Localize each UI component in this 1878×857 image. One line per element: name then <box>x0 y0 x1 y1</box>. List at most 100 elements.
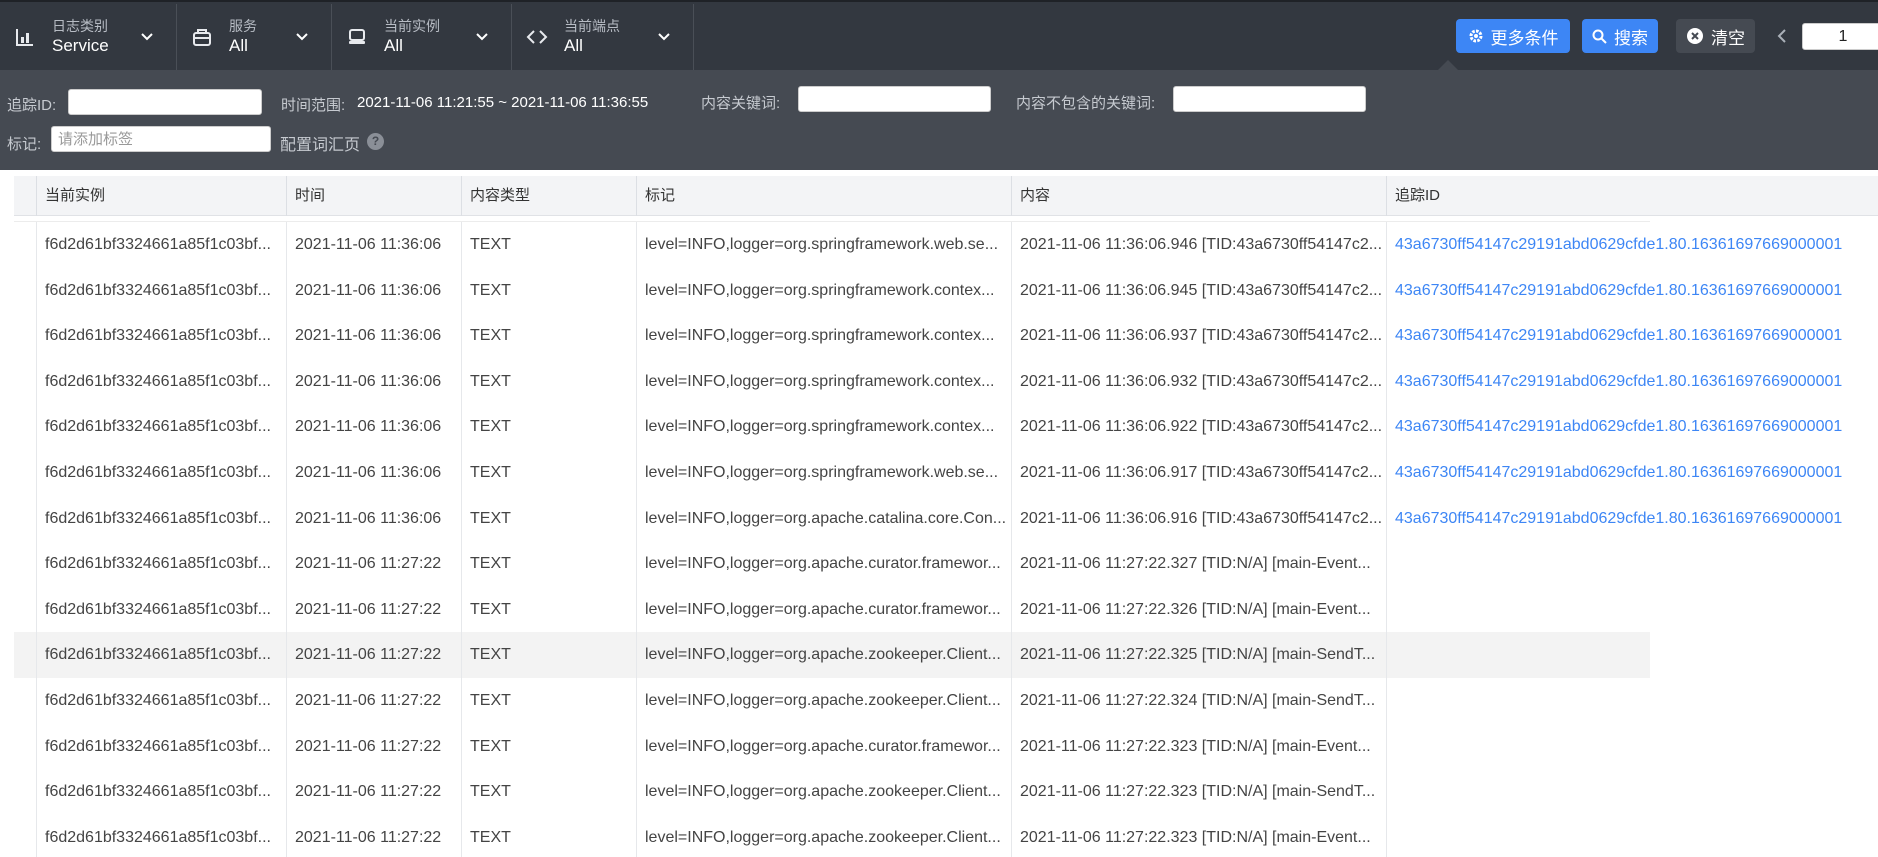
more-conditions-button[interactable]: 更多条件 <box>1456 19 1570 53</box>
log-category-selector[interactable]: 日志类别 Service <box>0 4 177 70</box>
cell-content-type: TEXT <box>461 678 636 724</box>
cell-time: 2021-11-06 11:27:22 <box>286 678 461 724</box>
cell-trace-id[interactable] <box>1386 814 1878 857</box>
log-category-label: 日志类别 <box>52 18 108 35</box>
endpoint-value: All <box>564 36 583 56</box>
cell-instance: f6d2d61bf3324661a85f1c03bf... <box>36 632 286 678</box>
keywords-input[interactable] <box>798 86 991 112</box>
cell-content: 2021-11-06 11:36:06.946 [TID:43a6730ff54… <box>1011 222 1386 268</box>
table-row[interactable]: f6d2d61bf3324661a85f1c03bf... 2021-11-06 … <box>14 769 1878 815</box>
exclude-keywords-input[interactable] <box>1173 86 1366 112</box>
column-header-content[interactable]: 内容 <box>1011 176 1386 216</box>
column-header-trace-id[interactable]: 追踪ID <box>1386 176 1878 216</box>
cell-trace-id[interactable] <box>1386 632 1878 678</box>
chevron-down-icon[interactable] <box>657 30 671 44</box>
cell-time: 2021-11-06 11:27:22 <box>286 632 461 678</box>
cell-time: 2021-11-06 11:27:22 <box>286 769 461 815</box>
cell-tags: level=INFO,logger=org.apache.zookeeper.C… <box>636 678 1011 724</box>
cell-trace-id[interactable] <box>1386 586 1878 633</box>
cell-trace-id[interactable]: 43a6730ff54147c29191abd0629cfde1.80.1636… <box>1386 313 1878 359</box>
cell-tags: level=INFO,logger=org.apache.curator.fra… <box>636 586 1011 633</box>
cell-tags: level=INFO,logger=org.springframework.co… <box>636 267 1011 314</box>
cell-trace-id[interactable]: 43a6730ff54147c29191abd0629cfde1.80.1636… <box>1386 267 1878 314</box>
cell-content-type: TEXT <box>461 814 636 857</box>
cell-trace-id[interactable] <box>1386 769 1878 815</box>
cell-tags: level=INFO,logger=org.apache.curator.fra… <box>636 723 1011 770</box>
instance-selector[interactable]: 当前实例 All <box>332 4 512 70</box>
table-row[interactable]: f6d2d61bf3324661a85f1c03bf... 2021-11-06 … <box>14 723 1878 770</box>
help-icon[interactable]: ? <box>367 133 384 150</box>
cell-time: 2021-11-06 11:36:06 <box>286 313 461 359</box>
header-separator-line <box>14 221 1650 222</box>
table-row[interactable]: f6d2d61bf3324661a85f1c03bf... 2021-11-06 … <box>14 814 1878 857</box>
config-vocabulary-link[interactable]: 配置词汇页 <box>280 131 360 155</box>
table-row[interactable]: f6d2d61bf3324661a85f1c03bf... 2021-11-06 … <box>14 313 1878 359</box>
table-row[interactable]: f6d2d61bf3324661a85f1c03bf... 2021-11-06 … <box>14 541 1878 587</box>
table-row[interactable]: f6d2d61bf3324661a85f1c03bf... 2021-11-06 … <box>14 267 1878 314</box>
cell-trace-id[interactable] <box>1386 723 1878 770</box>
cell-content: 2021-11-06 11:27:22.324 [TID:N/A] [main-… <box>1011 678 1386 724</box>
cell-content: 2021-11-06 11:36:06.932 [TID:43a6730ff54… <box>1011 358 1386 405</box>
cell-trace-id[interactable]: 43a6730ff54147c29191abd0629cfde1.80.1636… <box>1386 450 1878 496</box>
chevron-left-icon[interactable] <box>1775 28 1789 44</box>
table-row[interactable]: f6d2d61bf3324661a85f1c03bf... 2021-11-06 … <box>14 495 1878 542</box>
trace-id-input[interactable] <box>68 89 262 115</box>
cell-time: 2021-11-06 11:27:22 <box>286 723 461 770</box>
table-row[interactable]: f6d2d61bf3324661a85f1c03bf... 2021-11-06 … <box>14 632 1878 678</box>
cell-content: 2021-11-06 11:27:22.326 [TID:N/A] [main-… <box>1011 586 1386 633</box>
cell-time: 2021-11-06 11:27:22 <box>286 814 461 857</box>
table-row[interactable]: f6d2d61bf3324661a85f1c03bf... 2021-11-06 … <box>14 678 1878 724</box>
table-row[interactable]: f6d2d61bf3324661a85f1c03bf... 2021-11-06 … <box>14 358 1878 405</box>
code-brackets-icon <box>526 26 548 48</box>
cell-time: 2021-11-06 11:36:06 <box>286 450 461 496</box>
search-button[interactable]: 搜索 <box>1582 19 1658 53</box>
service-selector[interactable]: 服务 All <box>177 4 332 70</box>
cell-content-type: TEXT <box>461 404 636 450</box>
chevron-down-icon[interactable] <box>295 30 309 44</box>
time-range-value[interactable]: 2021-11-06 11:21:55 ~ 2021-11-06 11:36:5… <box>357 94 648 111</box>
cell-trace-id[interactable]: 43a6730ff54147c29191abd0629cfde1.80.1636… <box>1386 222 1878 268</box>
table-row[interactable]: f6d2d61bf3324661a85f1c03bf... 2021-11-06 … <box>14 450 1878 496</box>
table-row[interactable]: f6d2d61bf3324661a85f1c03bf... 2021-11-06 … <box>14 586 1878 633</box>
cell-trace-id[interactable] <box>1386 678 1878 724</box>
cell-instance: f6d2d61bf3324661a85f1c03bf... <box>36 267 286 314</box>
column-header-instance[interactable]: 当前实例 <box>36 176 286 216</box>
chevron-down-icon[interactable] <box>475 30 489 44</box>
cell-content: 2021-11-06 11:36:06.922 [TID:43a6730ff54… <box>1011 404 1386 450</box>
cell-instance: f6d2d61bf3324661a85f1c03bf... <box>36 586 286 633</box>
keywords-label: 内容关键词: <box>701 95 781 112</box>
cell-content-type: TEXT <box>461 222 636 268</box>
cell-time: 2021-11-06 11:36:06 <box>286 358 461 405</box>
cell-trace-id[interactable]: 43a6730ff54147c29191abd0629cfde1.80.1636… <box>1386 404 1878 450</box>
cell-content-type: TEXT <box>461 267 636 314</box>
service-value: All <box>229 36 248 56</box>
cell-instance: f6d2d61bf3324661a85f1c03bf... <box>36 313 286 359</box>
cell-instance: f6d2d61bf3324661a85f1c03bf... <box>36 404 286 450</box>
cell-content-type: TEXT <box>461 358 636 405</box>
tags-input[interactable] <box>51 126 271 152</box>
table-row[interactable]: f6d2d61bf3324661a85f1c03bf... 2021-11-06 … <box>14 404 1878 450</box>
cell-instance: f6d2d61bf3324661a85f1c03bf... <box>36 358 286 405</box>
cell-instance: f6d2d61bf3324661a85f1c03bf... <box>36 678 286 724</box>
service-box-icon <box>191 26 213 48</box>
column-header-time[interactable]: 时间 <box>286 176 461 216</box>
cell-content: 2021-11-06 11:36:06.945 [TID:43a6730ff54… <box>1011 267 1386 314</box>
cell-tags: level=INFO,logger=org.springframework.co… <box>636 358 1011 405</box>
cell-time: 2021-11-06 11:36:06 <box>286 495 461 542</box>
search-icon <box>1592 29 1607 44</box>
endpoint-selector[interactable]: 当前端点 All <box>512 4 694 70</box>
page-total: / 2 <box>1860 24 1878 44</box>
cell-tags: level=INFO,logger=org.apache.zookeeper.C… <box>636 632 1011 678</box>
cell-trace-id[interactable]: 43a6730ff54147c29191abd0629cfde1.80.1636… <box>1386 358 1878 405</box>
cell-content-type: TEXT <box>461 769 636 815</box>
cell-content: 2021-11-06 11:27:22.323 [TID:N/A] [main-… <box>1011 814 1386 857</box>
cell-instance: f6d2d61bf3324661a85f1c03bf... <box>36 450 286 496</box>
column-header-content-type[interactable]: 内容类型 <box>461 176 636 216</box>
cell-trace-id[interactable] <box>1386 541 1878 587</box>
chevron-down-icon[interactable] <box>140 30 154 44</box>
clear-button[interactable]: 清空 <box>1676 19 1755 53</box>
cell-trace-id[interactable]: 43a6730ff54147c29191abd0629cfde1.80.1636… <box>1386 495 1878 542</box>
service-label: 服务 <box>229 18 257 35</box>
table-row[interactable]: f6d2d61bf3324661a85f1c03bf... 2021-11-06 … <box>14 222 1878 268</box>
column-header-tags[interactable]: 标记 <box>636 176 1011 216</box>
